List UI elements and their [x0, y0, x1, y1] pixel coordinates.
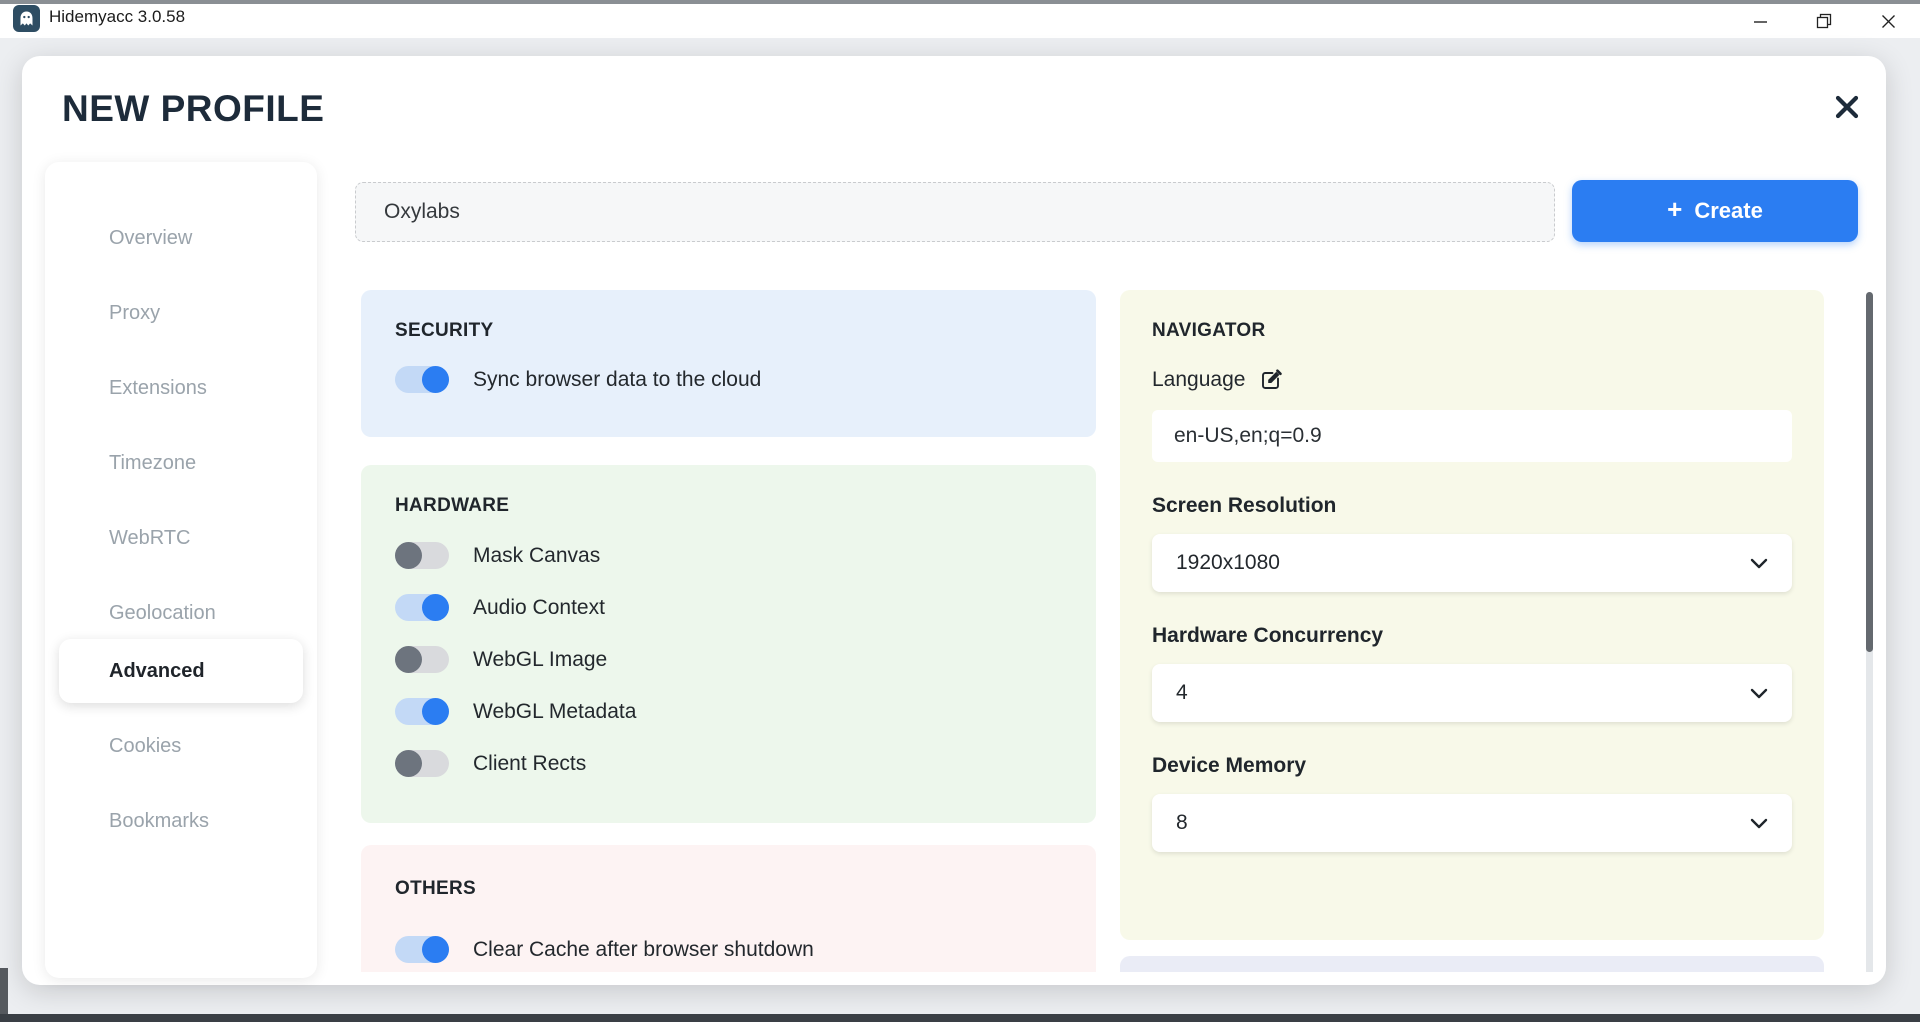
- select-value: 8: [1176, 811, 1188, 835]
- hardware-heading: HARDWARE: [395, 495, 1096, 517]
- audio-context-toggle[interactable]: [395, 594, 449, 621]
- others-heading: OTHERS: [395, 878, 1096, 900]
- hardware-toggle-row: Audio Context: [395, 594, 1096, 621]
- select-value: 4: [1176, 681, 1188, 705]
- hardware-toggle-row: Mask Canvas: [395, 542, 1096, 569]
- clear-cache-toggle[interactable]: [395, 936, 449, 963]
- toggle-knob: [422, 698, 449, 725]
- toggle-label: Clear Cache after browser shutdown: [473, 938, 814, 962]
- toggle-knob: [395, 750, 422, 777]
- hardware-toggle-row: WebGL Metadata: [395, 698, 1096, 725]
- toggle-label: WebGL Metadata: [473, 700, 636, 724]
- device-memory-select[interactable]: 8: [1152, 794, 1792, 852]
- client-rects-toggle[interactable]: [395, 750, 449, 777]
- plus-icon: +: [1667, 194, 1682, 225]
- navigator-heading: NAVIGATOR: [1152, 320, 1792, 342]
- create-button[interactable]: + Create: [1572, 180, 1858, 242]
- edit-icon[interactable]: [1259, 368, 1283, 392]
- toggle-label: Audio Context: [473, 596, 605, 620]
- language-label: Language: [1152, 368, 1245, 392]
- dialog-close-icon[interactable]: [1824, 84, 1870, 130]
- toggle-knob: [422, 366, 449, 393]
- mask-canvas-toggle[interactable]: [395, 542, 449, 569]
- toggle-knob: [422, 936, 449, 963]
- toggle-knob: [422, 594, 449, 621]
- others-toggle-row: Clear Cache after browser shutdown: [395, 936, 1096, 963]
- sidebar-item-overview[interactable]: Overview: [59, 206, 303, 270]
- hardware-toggle-row: WebGL Image: [395, 646, 1096, 673]
- sidebar-item-label: Timezone: [109, 452, 196, 475]
- webgl-metadata-toggle[interactable]: [395, 698, 449, 725]
- sidebar-item-proxy[interactable]: Proxy: [59, 281, 303, 345]
- screen-resolution-label: Screen Resolution: [1152, 494, 1792, 518]
- toggle-knob: [395, 646, 422, 673]
- sidebar-item-geolocation[interactable]: Geolocation: [59, 581, 303, 645]
- profile-name-input[interactable]: [355, 182, 1555, 242]
- chevron-down-icon: [1750, 818, 1768, 829]
- window-title: Hidemyacc 3.0.58: [49, 7, 185, 27]
- select-value: 1920x1080: [1176, 551, 1280, 575]
- navigator-panel: NAVIGATOR Language Screen Resolution 192…: [1120, 290, 1824, 940]
- hardware-concurrency-select[interactable]: 4: [1152, 664, 1792, 722]
- screen-resolution-select[interactable]: 1920x1080: [1152, 534, 1792, 592]
- sidebar-item-label: Proxy: [109, 302, 160, 325]
- sidebar-item-label: Overview: [109, 227, 192, 250]
- sidebar-item-label: Cookies: [109, 735, 181, 758]
- toggle-knob: [395, 542, 422, 569]
- sidebar-item-label: WebRTC: [109, 527, 191, 550]
- security-heading: SECURITY: [395, 320, 1096, 342]
- sidebar-item-timezone[interactable]: Timezone: [59, 431, 303, 495]
- toggle-label: Sync browser data to the cloud: [473, 368, 761, 392]
- sidebar-item-label: Geolocation: [109, 602, 216, 625]
- sidebar-item-advanced[interactable]: Advanced: [59, 639, 303, 703]
- sync-browser-data-toggle[interactable]: [395, 366, 449, 393]
- page-title: NEW PROFILE: [62, 88, 324, 130]
- ghost-icon: [13, 5, 40, 32]
- sidebar-item-label: Extensions: [109, 377, 207, 400]
- close-icon[interactable]: [1856, 4, 1920, 38]
- next-section-peek: [1120, 956, 1824, 972]
- window-bottom-edge: [0, 1014, 1920, 1022]
- chevron-down-icon: [1750, 688, 1768, 699]
- minimize-icon[interactable]: [1728, 4, 1792, 38]
- titlebar: Hidemyacc 3.0.58: [0, 4, 1920, 38]
- security-toggle-row: Sync browser data to the cloud: [395, 366, 1096, 393]
- create-button-label: Create: [1694, 198, 1762, 224]
- restore-icon[interactable]: [1792, 4, 1856, 38]
- scrollbar-thumb[interactable]: [1866, 292, 1873, 652]
- hardware-concurrency-label: Hardware Concurrency: [1152, 624, 1792, 648]
- sidebar-item-webrtc[interactable]: WebRTC: [59, 506, 303, 570]
- hardware-toggle-row: Client Rects: [395, 750, 1096, 777]
- sidebar-item-cookies[interactable]: Cookies: [59, 714, 303, 778]
- sidebar: Overview Proxy Extensions Timezone WebRT…: [45, 162, 317, 978]
- toggle-label: Client Rects: [473, 752, 586, 776]
- webgl-image-toggle[interactable]: [395, 646, 449, 673]
- settings-scroll-area: SECURITY Sync browser data to the cloud …: [336, 266, 1886, 972]
- toggle-label: Mask Canvas: [473, 544, 600, 568]
- sidebar-item-extensions[interactable]: Extensions: [59, 356, 303, 420]
- chevron-down-icon: [1750, 558, 1768, 569]
- sidebar-item-label: Bookmarks: [109, 810, 209, 833]
- security-panel: SECURITY Sync browser data to the cloud: [361, 290, 1096, 437]
- others-panel: OTHERS Clear Cache after browser shutdow…: [361, 845, 1096, 972]
- device-memory-label: Device Memory: [1152, 754, 1792, 778]
- sidebar-item-label: Advanced: [109, 660, 205, 683]
- language-label-row: Language: [1152, 368, 1792, 392]
- hardware-panel: HARDWARE Mask Canvas Audio Context WebGL…: [361, 465, 1096, 823]
- language-input[interactable]: [1152, 410, 1792, 462]
- sidebar-item-bookmarks[interactable]: Bookmarks: [59, 789, 303, 853]
- toggle-label: WebGL Image: [473, 648, 607, 672]
